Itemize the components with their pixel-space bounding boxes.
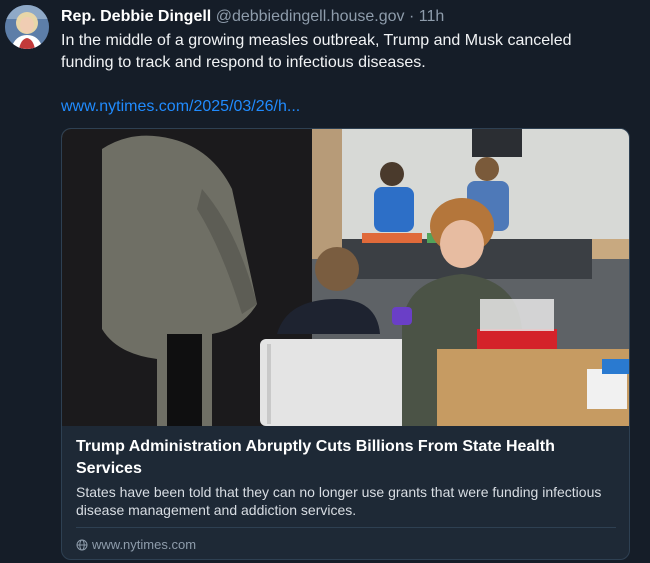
post-link[interactable]: www.nytimes.com/2025/03/26/h...	[61, 96, 300, 118]
post-text: In the middle of a growing measles outbr…	[61, 32, 572, 71]
card-domain: www.nytimes.com	[92, 537, 197, 552]
avatar[interactable]	[5, 5, 49, 49]
globe-icon	[76, 539, 88, 551]
article-image	[62, 129, 629, 426]
card-domain-row[interactable]: www.nytimes.com	[76, 536, 196, 554]
author-name[interactable]: Rep. Debbie Dingell	[61, 8, 211, 25]
author-handle[interactable]: @debbiedingell.house.gov	[216, 8, 405, 25]
link-card[interactable]: Trump Administration Abruptly Cuts Billi…	[61, 128, 630, 560]
post-header: Rep. Debbie Dingell @debbiedingell.house…	[61, 7, 444, 27]
separator: ·	[408, 8, 415, 25]
post-time[interactable]: 11h	[419, 8, 445, 25]
avatar-photo	[5, 5, 49, 49]
card-divider	[76, 527, 616, 528]
post: Rep. Debbie Dingell @debbiedingell.house…	[0, 0, 650, 563]
card-description: States have been told that they can no l…	[76, 484, 602, 518]
card-title[interactable]: Trump Administration Abruptly Cuts Billi…	[76, 436, 616, 480]
